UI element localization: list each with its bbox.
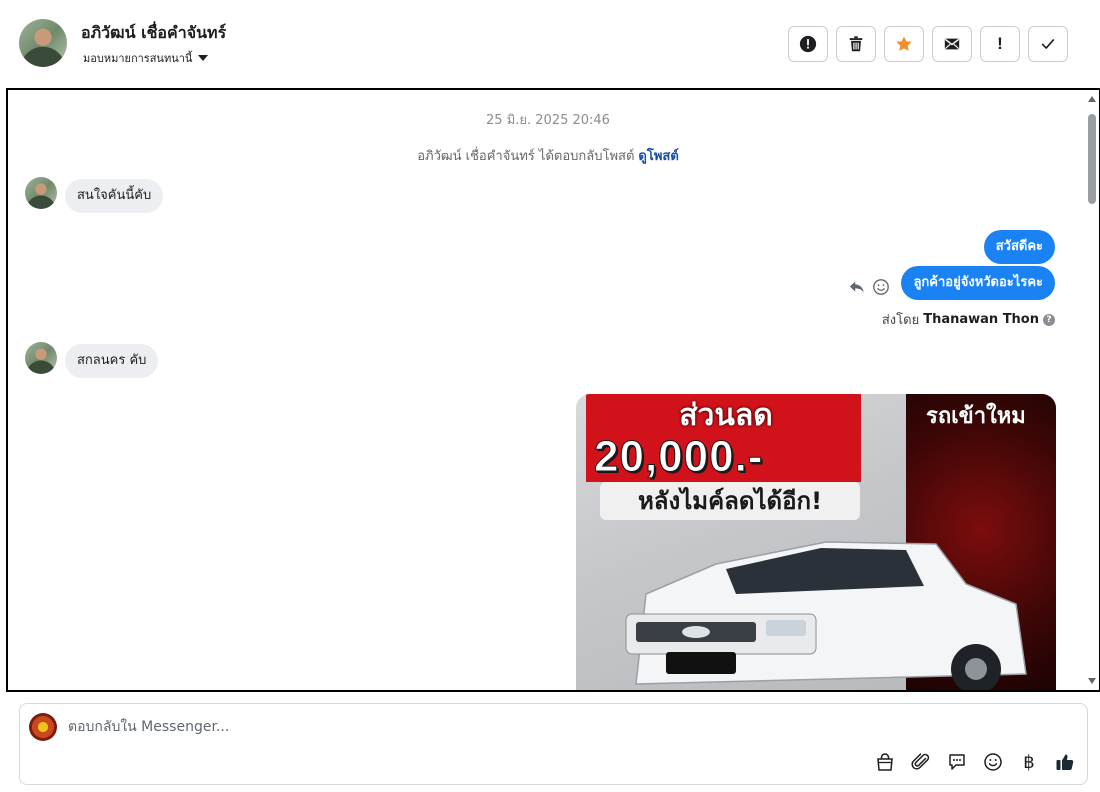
page-avatar xyxy=(29,713,57,741)
emoji-react-icon[interactable] xyxy=(872,278,890,296)
emoji-button[interactable] xyxy=(981,750,1005,774)
report-icon xyxy=(799,35,817,53)
sent-by-label: ส่งโดย xyxy=(881,313,920,328)
message-bubble-incoming[interactable]: สกลนคร คับ xyxy=(65,344,159,378)
scroll-down-arrow-icon[interactable] xyxy=(1088,678,1096,684)
thumbs-up-icon xyxy=(1056,754,1074,771)
report-button[interactable] xyxy=(788,26,828,62)
promo-subline: หลังไมค์ลดได้อีก! xyxy=(600,482,860,520)
shop-button[interactable] xyxy=(873,750,897,774)
saved-reply-icon xyxy=(949,754,965,770)
caret-down-icon xyxy=(198,55,209,61)
composer-toolbar: ฿ xyxy=(873,750,1077,774)
thread-scrollbar[interactable] xyxy=(1087,94,1097,686)
baht-icon: ฿ xyxy=(1023,751,1035,773)
scroll-up-arrow-icon[interactable] xyxy=(1088,96,1096,102)
promo-corner-text: รถเข้าใหม xyxy=(926,404,1026,429)
system-message: อภิวัฒน์ เชื่อคำจันทร์ ได้ตอบกลับโพสต์ ดู… xyxy=(8,145,1088,166)
message-thread[interactable]: 25 มิ.ย. 2025 20:46 อภิวัฒน์ เชื่อคำจันท… xyxy=(6,88,1100,692)
sent-by-info: ส่งโดย Thanawan Thon ? xyxy=(882,309,1055,330)
reply-input[interactable] xyxy=(68,714,968,740)
star-button[interactable] xyxy=(884,26,924,62)
contact-name[interactable]: อภิวัฒน์ เชื่อคำจันทร์ xyxy=(81,21,226,46)
emoji-icon xyxy=(984,753,1002,771)
assign-conversation-dropdown[interactable]: มอบหมายการสนทนานี้ xyxy=(83,49,209,67)
payment-button[interactable]: ฿ xyxy=(1017,750,1041,774)
paperclip-icon xyxy=(911,753,930,770)
promo-image-attachment[interactable]: ส่วนลด 20,000.- หลังไมค์ลดได้อีก! รถเข้า… xyxy=(576,394,1056,690)
message-bubble-incoming[interactable]: สนใจคันนี้คับ xyxy=(65,179,164,213)
contact-avatar[interactable] xyxy=(19,19,67,67)
star-icon xyxy=(896,36,912,51)
delete-button[interactable] xyxy=(836,26,876,62)
conversation-toolbar: ! xyxy=(788,26,1068,62)
mark-unread-button[interactable] xyxy=(932,26,972,62)
pickup-truck-image xyxy=(625,541,1027,690)
view-post-link[interactable]: ดูโพสต์ xyxy=(638,149,678,164)
promo-amount: 20,000.- xyxy=(594,432,764,482)
check-icon xyxy=(1041,39,1055,49)
customer-avatar[interactable] xyxy=(25,177,57,209)
message-bubble-outgoing[interactable]: ลูกค้าอยู่จังหวัดอะไรคะ xyxy=(901,266,1055,300)
mark-done-button[interactable] xyxy=(1028,26,1068,62)
reply-icon[interactable] xyxy=(848,278,866,296)
customer-avatar[interactable] xyxy=(25,342,57,374)
mark-important-button[interactable]: ! xyxy=(980,26,1020,62)
thread-timestamp: 25 มิ.ย. 2025 20:46 xyxy=(486,113,610,128)
like-button[interactable] xyxy=(1053,750,1077,774)
exclamation-icon: ! xyxy=(997,34,1003,53)
attach-button[interactable] xyxy=(909,750,933,774)
scroll-thumb[interactable] xyxy=(1088,114,1096,204)
trash-icon xyxy=(849,36,863,52)
message-bubble-outgoing[interactable]: สวัสดีคะ xyxy=(983,230,1055,264)
shop-bag-icon xyxy=(877,753,893,771)
system-message-text: อภิวัฒน์ เชื่อคำจันทร์ ได้ตอบกลับโพสต์ xyxy=(417,149,635,164)
message-actions xyxy=(848,278,890,296)
saved-replies-button[interactable] xyxy=(945,750,969,774)
agent-name: Thanawan Thon xyxy=(923,312,1039,327)
help-icon[interactable]: ? xyxy=(1043,313,1055,326)
conversation-header: อภิวัฒน์ เชื่อคำจันทร์ มอบหมายการสนทนานี… xyxy=(0,0,1100,88)
envelope-icon xyxy=(944,38,960,50)
reply-composer: ฿ xyxy=(19,703,1088,785)
promo-headline: ส่วนลด xyxy=(679,398,773,433)
assign-label: มอบหมายการสนทนานี้ xyxy=(83,52,193,65)
